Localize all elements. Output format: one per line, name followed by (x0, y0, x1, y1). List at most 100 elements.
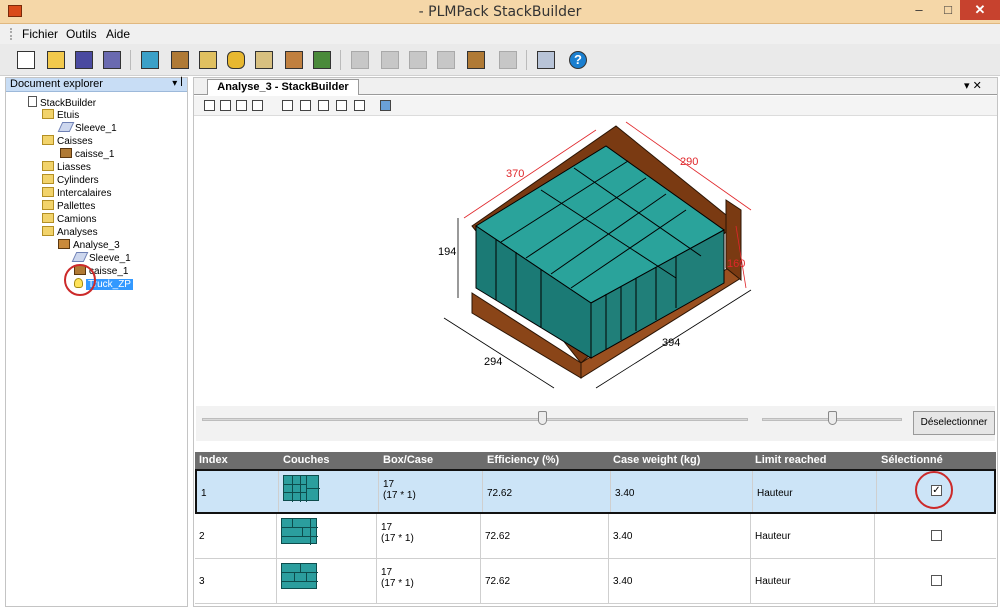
sleeve-icon (57, 122, 75, 132)
row-limit: Hauteur (755, 531, 791, 542)
menu-fichier[interactable]: Fichier (22, 27, 58, 41)
viewer-canvas[interactable]: 370 290 194 160 294 394 (196, 118, 995, 406)
row-box-count: 17 (381, 522, 393, 533)
abcd-case-icon[interactable] (464, 48, 488, 72)
layer-thumbnail (281, 563, 318, 589)
window-title: - PLMPack StackBuilder (418, 4, 582, 20)
tree-node-liasses[interactable]: Liasses (42, 161, 91, 174)
case-analysis-icon[interactable] (348, 48, 372, 72)
document-explorer: Document explorer ▾ ꟾ StackBuilder Etuis… (5, 77, 188, 607)
row-selected-checkbox[interactable] (931, 575, 942, 586)
new-pallet-icon[interactable] (282, 48, 306, 72)
tree-node-caisse[interactable]: caisse_1 (60, 148, 114, 161)
col-case-weight[interactable]: Case weight (kg) (613, 454, 700, 466)
tree-node-intercalaires[interactable]: Intercalaires (42, 187, 111, 200)
new-case-icon[interactable] (168, 48, 192, 72)
folder-icon (42, 109, 54, 119)
col-efficiency[interactable]: Efficiency (%) (487, 454, 559, 466)
col-boxcase[interactable]: Box/Case (383, 454, 433, 466)
new-truck-icon[interactable] (310, 48, 334, 72)
pallet-analysis-icon[interactable] (406, 48, 430, 72)
row-weight: 3.40 (613, 531, 633, 542)
row-selected-checkbox[interactable] (931, 530, 942, 541)
tree-node-camions[interactable]: Camions (42, 213, 96, 226)
table-row[interactable]: 1 17 (17 * 1) 72.62 3.40 Hauteur ✓ (195, 469, 996, 514)
view-left-icon[interactable] (220, 100, 231, 111)
table-row[interactable]: 3 17 (17 * 1) 72.62 3.40 Hauteur (195, 559, 996, 604)
annotation-circle (915, 471, 953, 509)
row-weight: 3.40 (615, 488, 635, 499)
tree-node-caisses[interactable]: Caisses (42, 135, 93, 148)
dim-label-length: 370 (506, 168, 525, 180)
folder-icon (42, 200, 54, 210)
tree-node-analyse-sleeve[interactable]: Sleeve_1 (71, 252, 131, 265)
dim-label-height-right: 160 (727, 258, 746, 270)
col-index[interactable]: Index (199, 454, 228, 466)
table-row[interactable]: 2 17 (17 * 1) 72.62 3.40 Hauteur (195, 514, 996, 559)
case-optimization-icon[interactable] (378, 48, 402, 72)
close-button[interactable]: ✕ (960, 0, 1000, 20)
image-icon[interactable] (380, 100, 391, 111)
sleeve-icon (71, 252, 89, 262)
row-box-layout: (17 * 1) (383, 490, 416, 501)
col-limit[interactable]: Limit reached (755, 454, 827, 466)
view-front-icon[interactable] (204, 100, 215, 111)
view-toolbar (194, 96, 997, 116)
maximize-button[interactable]: □ (934, 2, 962, 22)
slider-thumb-2[interactable] (828, 411, 837, 425)
tree-node-cylinders[interactable]: Cylinders (42, 174, 99, 187)
slider-thumb-1[interactable] (538, 411, 547, 425)
deselect-button[interactable]: Déselectionner (913, 411, 995, 435)
col-couches[interactable]: Couches (283, 454, 329, 466)
tree-node-sleeve[interactable]: Sleeve_1 (57, 122, 117, 135)
folder-icon (42, 187, 54, 197)
layer-thumbnail (281, 518, 318, 545)
tree-node-etuis[interactable]: Etuis (42, 109, 79, 122)
view-plane-icon[interactable] (336, 100, 347, 111)
menu-aide[interactable]: Aide (106, 27, 130, 41)
open-folder-icon[interactable] (44, 48, 68, 72)
help-icon[interactable]: ? (566, 48, 590, 72)
database-icon[interactable] (534, 48, 558, 72)
view-back-icon[interactable] (252, 100, 263, 111)
new-bundle-icon[interactable] (196, 48, 220, 72)
row-efficiency: 72.62 (485, 576, 511, 587)
row-box-count: 17 (381, 567, 393, 578)
view-plane2-icon[interactable] (354, 100, 365, 111)
new-document-icon[interactable] (14, 48, 38, 72)
col-selected[interactable]: Sélectionné (881, 454, 943, 466)
layer-thumbnail (283, 475, 320, 502)
view-side-icon[interactable] (318, 100, 329, 111)
row-index: 3 (199, 576, 205, 587)
view-iso-icon[interactable] (300, 100, 311, 111)
tree-node-analyses[interactable]: Analyses (42, 226, 98, 239)
menu-outils[interactable]: Outils (66, 27, 97, 41)
row-box-layout: (17 * 1) (381, 578, 414, 589)
view-top-icon[interactable] (282, 100, 293, 111)
save-all-icon[interactable] (100, 48, 124, 72)
folder-icon (42, 213, 54, 223)
box-pallet-icon[interactable] (434, 48, 458, 72)
folder-icon (42, 174, 54, 184)
toolbar-separator (340, 50, 341, 70)
tree-node-pallettes[interactable]: Pallettes (42, 200, 95, 213)
tree-node-analyse[interactable]: Analyse_3 (58, 239, 120, 252)
menu-bar: Fichier Outils Aide (0, 24, 1000, 44)
minimize-button[interactable]: – (905, 2, 933, 22)
title-bar: - PLMPack StackBuilder – □ ✕ (0, 0, 1000, 24)
view-right-icon[interactable] (236, 100, 247, 111)
explorer-title: Document explorer (10, 78, 103, 90)
pack-icon[interactable] (496, 48, 520, 72)
tab-controls[interactable]: ▾ ✕ (964, 79, 982, 92)
new-cylinder-icon[interactable] (224, 48, 248, 72)
toolbar-separator (130, 50, 131, 70)
tab-analyse[interactable]: Analyse_3 - StackBuilder (207, 79, 359, 95)
slider-bar: Déselectionner (196, 406, 995, 441)
tree-node-stackbuilder[interactable]: StackBuilder (28, 96, 96, 109)
toolbar-separator (526, 50, 527, 70)
pallet-3d-view[interactable] (196, 118, 995, 406)
save-icon[interactable] (72, 48, 96, 72)
new-box-icon[interactable] (138, 48, 162, 72)
new-interlayer-icon[interactable] (252, 48, 276, 72)
explorer-controls[interactable]: ▾ ꟾ (172, 78, 183, 89)
